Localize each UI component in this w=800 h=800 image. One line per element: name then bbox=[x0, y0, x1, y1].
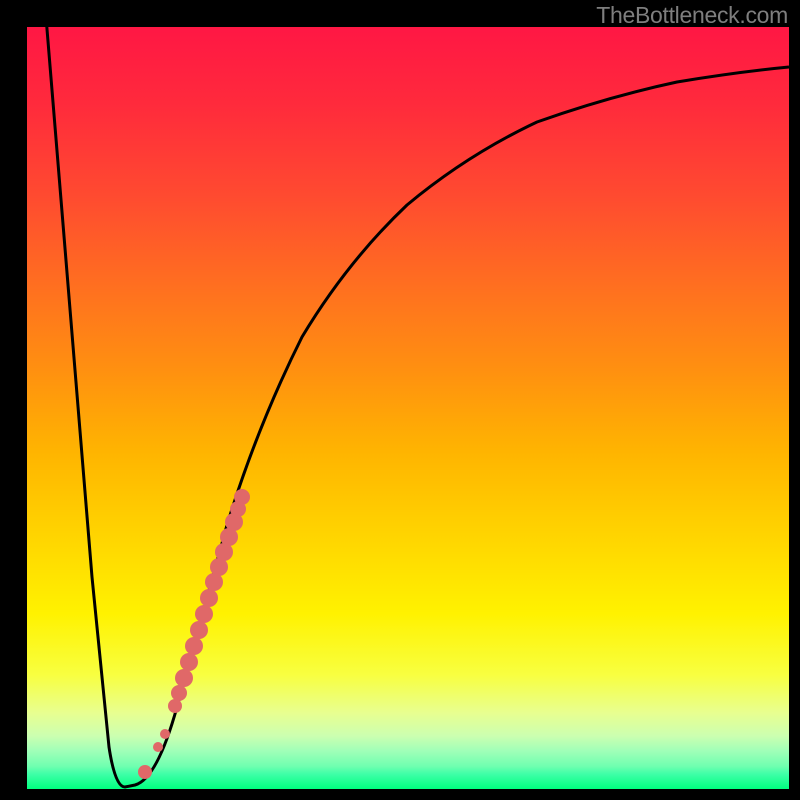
chart-plot-area bbox=[27, 27, 789, 789]
highlighted-range bbox=[138, 489, 250, 779]
chart-overlay bbox=[27, 27, 789, 789]
bottleneck-curve bbox=[46, 27, 789, 787]
watermark-text: TheBottleneck.com bbox=[596, 2, 788, 29]
